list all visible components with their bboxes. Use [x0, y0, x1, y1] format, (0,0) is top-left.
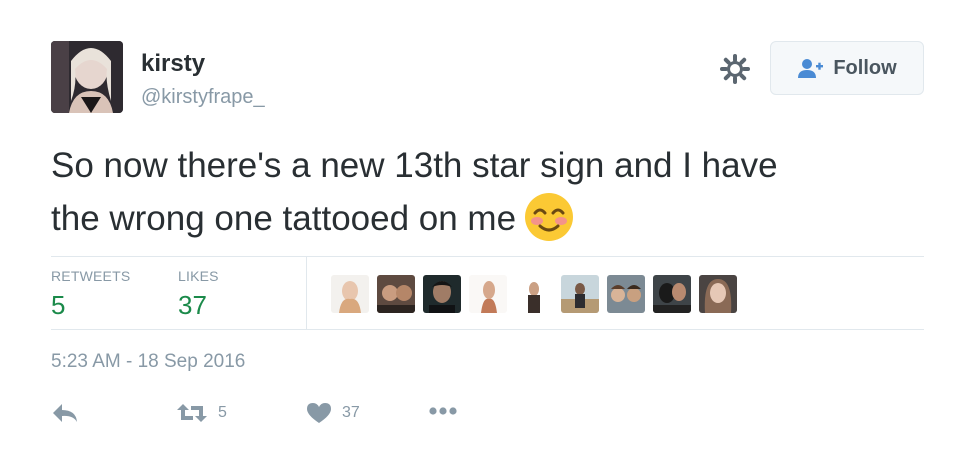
- tweet-line-2: the wrong one tattooed on me: [51, 199, 517, 238]
- like-count: 37: [342, 404, 360, 421]
- liker-avatar-5[interactable]: [515, 275, 553, 313]
- more-icon: [429, 407, 457, 415]
- retweet-count: 5: [218, 404, 227, 421]
- liker-avatar-2[interactable]: [377, 275, 415, 313]
- avatar[interactable]: [51, 41, 123, 113]
- tweet-text: So now there's a new 13th star sign and …: [51, 140, 931, 245]
- heart-icon: [307, 403, 331, 423]
- tweet-line-1: So now there's a new 13th star sign and …: [51, 146, 778, 185]
- liker-avatar-1[interactable]: [331, 275, 369, 313]
- retweet-button[interactable]: 5: [176, 402, 227, 424]
- retweet-icon: [177, 404, 207, 422]
- liker-avatar-9[interactable]: [699, 275, 737, 313]
- likers-list: [331, 275, 737, 313]
- divider: [51, 329, 924, 330]
- user-handle[interactable]: @kirstyfrape_: [141, 86, 265, 109]
- reply-button[interactable]: [51, 402, 79, 424]
- follow-button-label: Follow: [833, 56, 897, 79]
- follow-button[interactable]: Follow: [770, 41, 924, 95]
- reply-icon: [53, 404, 77, 422]
- profile-photo-icon: [51, 41, 123, 113]
- liker-avatar-4[interactable]: [469, 275, 507, 313]
- liker-avatar-6[interactable]: [561, 275, 599, 313]
- gear-icon[interactable]: [720, 54, 750, 84]
- retweets-count[interactable]: 5: [51, 290, 65, 321]
- liker-avatar-3[interactable]: [423, 275, 461, 313]
- display-name[interactable]: kirsty: [141, 50, 205, 78]
- likes-label[interactable]: LIKES: [178, 268, 219, 284]
- divider: [306, 257, 307, 329]
- retweets-label[interactable]: RETWEETS: [51, 268, 130, 284]
- add-user-icon: [798, 59, 824, 78]
- tweet-timestamp[interactable]: 5:23 AM - 18 Sep 2016: [51, 351, 245, 373]
- divider: [51, 256, 924, 257]
- liker-avatar-7[interactable]: [607, 275, 645, 313]
- likes-count[interactable]: 37: [178, 290, 207, 321]
- more-button[interactable]: [428, 404, 458, 418]
- liker-avatar-8[interactable]: [653, 275, 691, 313]
- smiling-face-with-blush-icon: [525, 193, 574, 241]
- like-button[interactable]: 37: [306, 402, 360, 424]
